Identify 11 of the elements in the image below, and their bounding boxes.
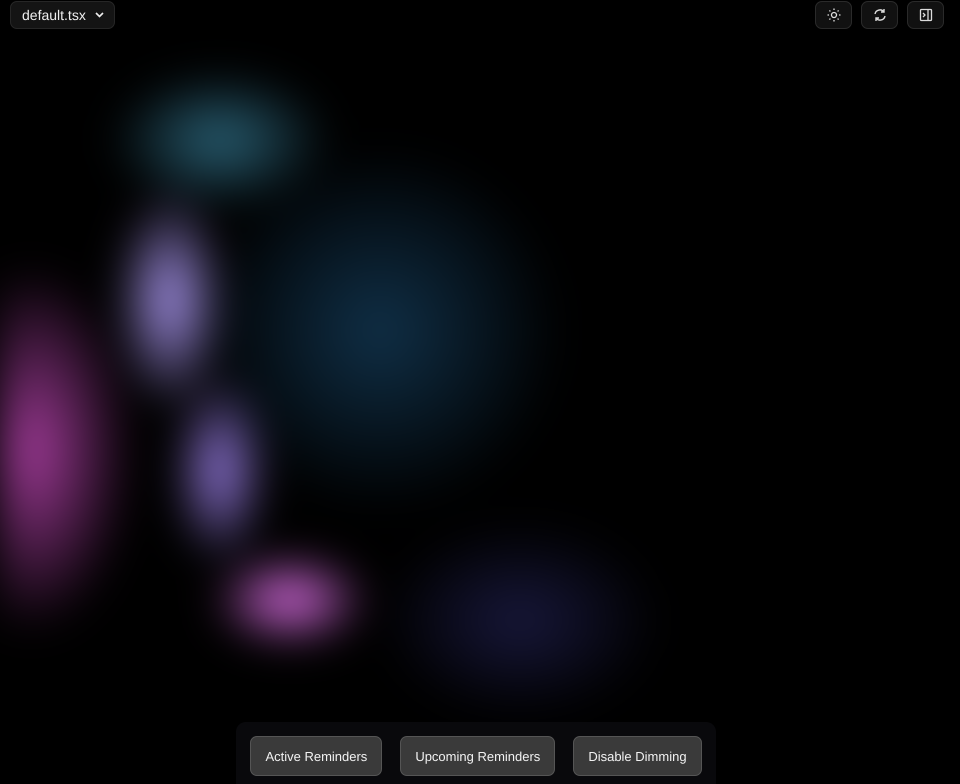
sidebar-toggle-button[interactable] [907, 1, 944, 29]
refresh-button[interactable] [861, 1, 898, 29]
action-button[interactable]: Active Reminders [250, 736, 382, 776]
file-selector[interactable]: default.tsx [10, 1, 115, 29]
refresh-icon [872, 8, 886, 22]
action-button[interactable]: Disable Dimming [573, 736, 702, 776]
sidebar-icon [918, 8, 932, 22]
chevron-down-icon [94, 12, 104, 18]
sun-icon [826, 8, 840, 22]
action-button[interactable]: Upcoming Reminders [400, 736, 556, 776]
sun-button[interactable] [815, 1, 852, 29]
